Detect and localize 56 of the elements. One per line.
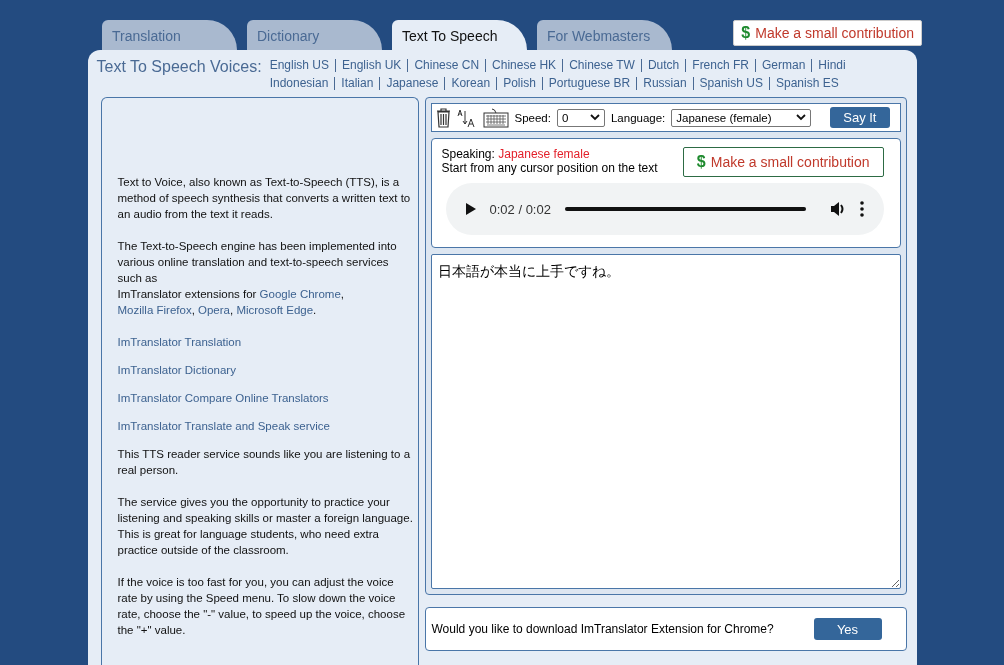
tab[interactable]: For Webmasters: [537, 20, 672, 50]
voice-link[interactable]: Korean: [444, 77, 497, 90]
info-link[interactable]: ImTranslator Translate and Speak service: [117, 418, 414, 434]
info-paragraph: This TTS reader service sounds like you are listening to a real person.: [117, 447, 412, 478]
voice-link[interactable]: Chinese TW: [562, 59, 641, 72]
contribution-button[interactable]: $ Make a small contribution: [682, 147, 884, 177]
trash-icon[interactable]: [435, 107, 451, 128]
voice-link[interactable]: German: [755, 59, 812, 72]
voice-link[interactable]: English US: [269, 59, 335, 72]
info-link[interactable]: ImTranslator Translation: [117, 334, 414, 350]
playback-time: 0:02 / 0:02: [489, 201, 551, 217]
chevron-icon: [589, 114, 600, 121]
voice-link[interactable]: Hindi: [811, 59, 852, 72]
voice-link[interactable]: Italian: [334, 77, 380, 90]
text-input-field[interactable]: 日本語が本当に上手ですね。: [430, 254, 901, 589]
info-paragraph: The service gives you the opportunity to practice your listening and speaking skills or master a foreign language. This is great for language students, who need extra practice outside of the classroom.: [117, 495, 414, 558]
contribution-button[interactable]: $ Make a small contribution: [733, 20, 922, 46]
info-paragraph: The Text-to-Speech engine has been implemented into various online translation and text-to-speech services such as ImTranslator extensions for Google Chrome, Mozilla Firefox, Opera, Microsoft Edge.: [117, 239, 398, 318]
voice-link[interactable]: Indonesian: [269, 77, 335, 90]
browser-link[interactable]: Microsoft Edge: [236, 304, 314, 316]
voice-link[interactable]: Spanish US: [692, 77, 769, 90]
info-paragraph: Text to Voice, also known as Text-to-Speech (TTS), is a method of speech synthesis that converts a written text to an audio from the text it reads.: [117, 175, 412, 222]
volume-icon[interactable]: [829, 201, 846, 217]
tab[interactable]: Dictionary: [247, 20, 382, 50]
tab[interactable]: Text To Speech: [392, 20, 527, 50]
speaking-status: Speaking: Japanese female: [441, 147, 591, 161]
say-it-button[interactable]: Say It: [830, 107, 890, 128]
browser-link[interactable]: Google Chrome: [259, 288, 341, 300]
info-paragraph: If the voice is too fast for you, you can adjust the voice rate by using the Speed menu. To slow down the voice rate, choose the "-" value, to speed up the voice, choose the "+" value.: [117, 575, 407, 638]
speed-label: Speed:: [514, 111, 551, 124]
keyboard-icon[interactable]: [482, 107, 509, 128]
voice-link[interactable]: Chinese CN: [407, 59, 486, 72]
extension-question: Would you like to download ImTranslator Extension for Chrome?: [431, 622, 774, 636]
voice-link[interactable]: English UK: [335, 59, 408, 72]
font-size-icon[interactable]: [456, 107, 477, 128]
voice-link[interactable]: Portuguese BR: [541, 77, 637, 90]
voice-link[interactable]: Russian: [636, 77, 693, 90]
browser-link[interactable]: Opera: [198, 304, 230, 316]
voices-label: Text To Speech Voices:: [96, 58, 262, 76]
language-label: Language:: [610, 111, 666, 124]
info-link[interactable]: ImTranslator Compare Online Translators: [117, 390, 414, 406]
voice-link[interactable]: Spanish ES: [768, 77, 845, 90]
voice-link[interactable]: French FR: [685, 59, 755, 72]
cursor-hint: Start from any cursor position on the text: [441, 161, 658, 175]
voice-link[interactable]: Polish: [496, 77, 542, 90]
play-icon[interactable]: [465, 203, 476, 215]
voice-link[interactable]: Dutch: [640, 59, 686, 72]
language-select[interactable]: Japanese (female): [671, 108, 812, 127]
chevron-icon: [796, 114, 807, 121]
yes-button[interactable]: Yes: [813, 618, 882, 640]
more-icon[interactable]: [859, 201, 864, 217]
voice-link[interactable]: Japanese: [379, 77, 445, 90]
info-link[interactable]: ImTranslator Dictionary: [117, 362, 414, 378]
speed-select[interactable]: 0: [556, 108, 605, 127]
voice-link[interactable]: Chinese HK: [485, 59, 563, 72]
browser-link[interactable]: Mozilla Firefox: [117, 304, 192, 316]
